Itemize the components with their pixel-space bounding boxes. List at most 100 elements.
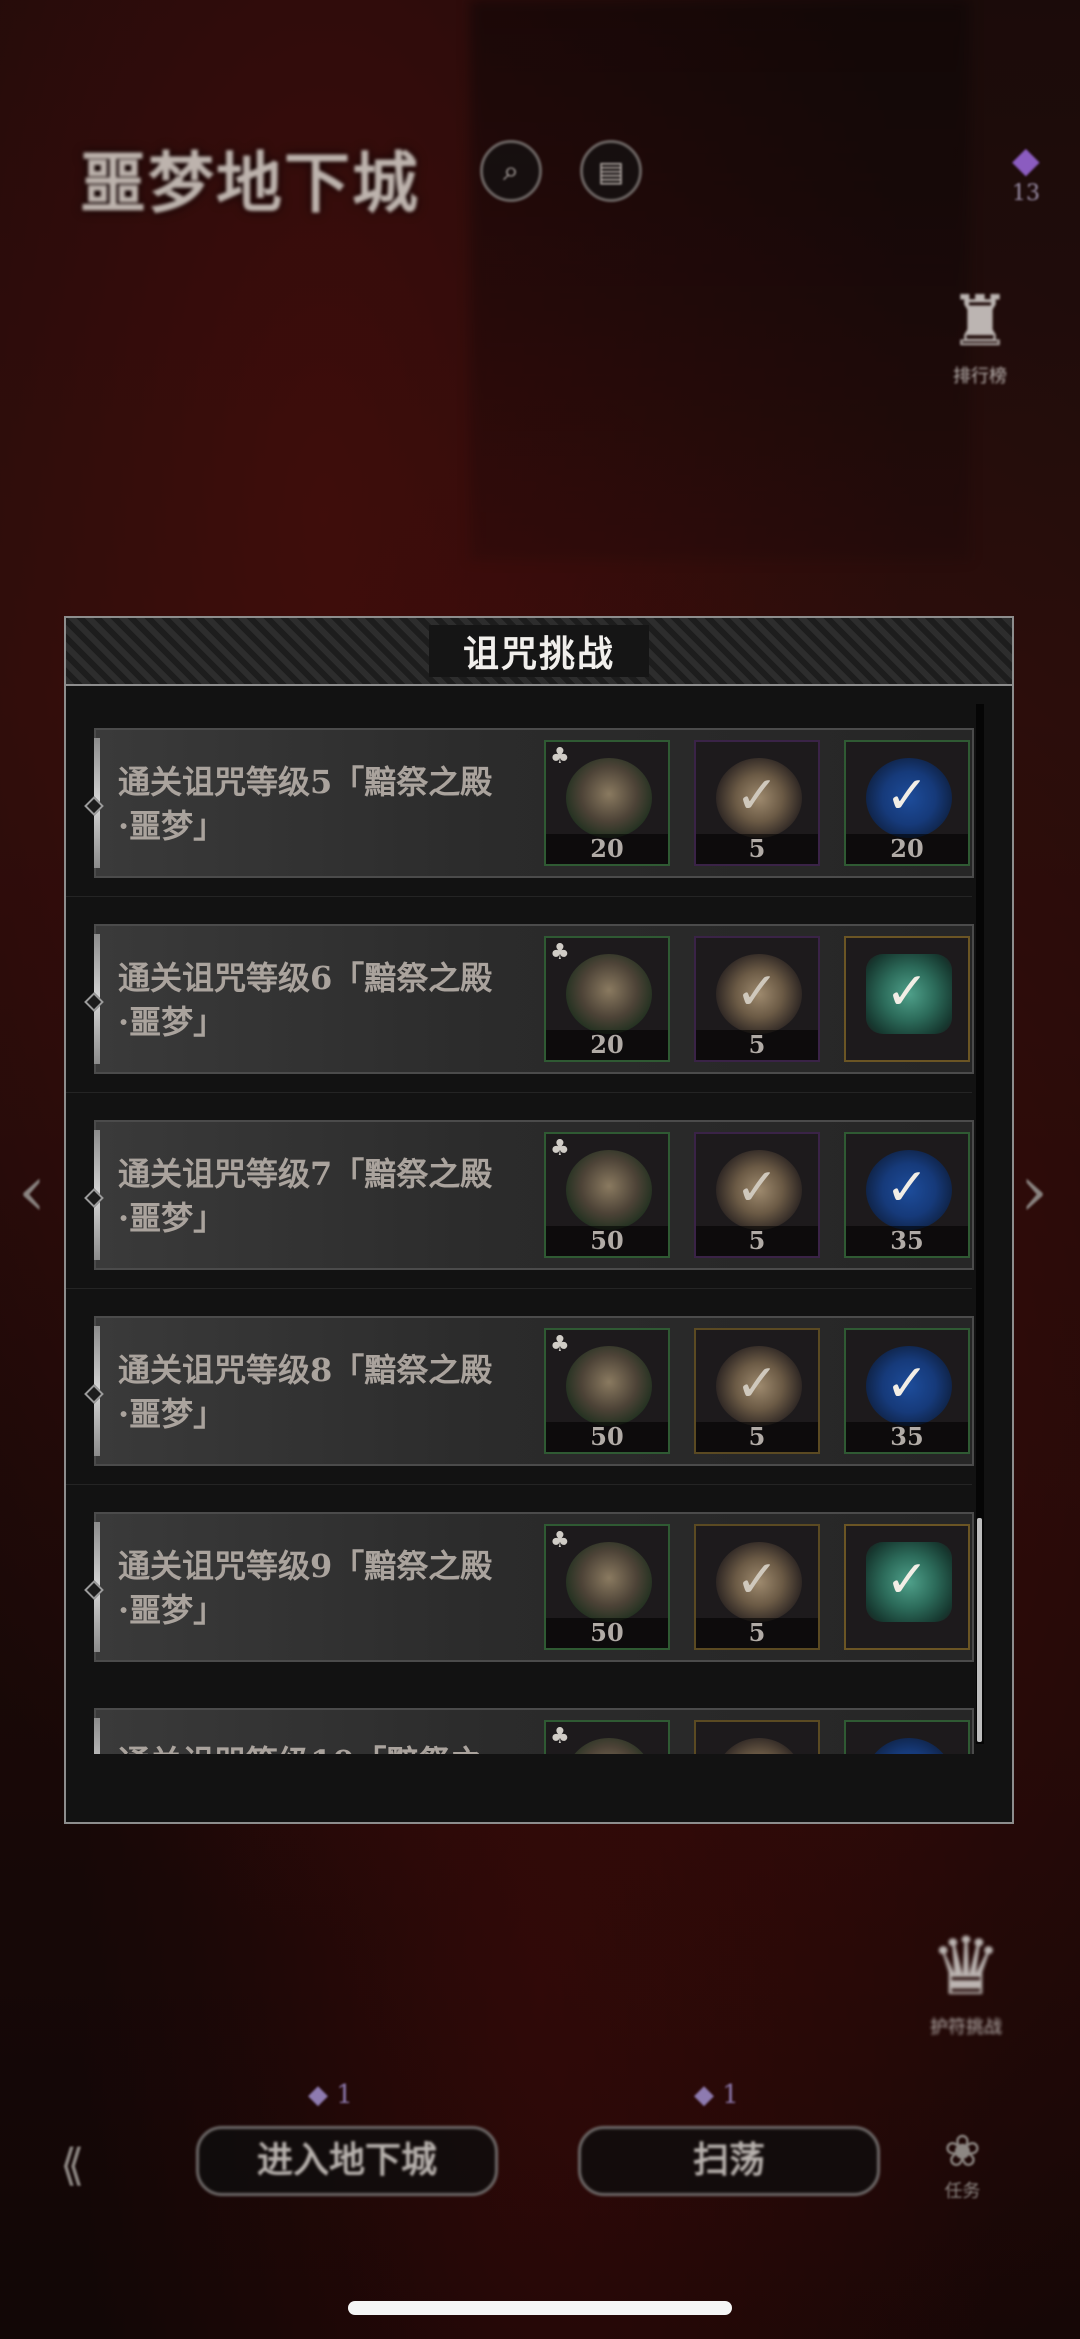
challenge-row: 通关诅咒等级9「黯祭之殿 ·噩梦」 ♣ 50 ✓ 5 ✓ (84, 1512, 974, 1662)
challenge-text: 通关诅咒等级6「黯祭之殿 ·噩梦」 (118, 956, 538, 1044)
reward-slot-3[interactable]: ✓ (844, 1524, 970, 1650)
challenge-subtitle: ·噩梦」 (118, 1591, 226, 1629)
badge-icon: ♣ (550, 744, 570, 769)
gem-icon: ◆ (308, 2080, 328, 2110)
reward-quantity: 20 (546, 834, 668, 864)
reward-slot-3[interactable]: ✓ 35 (844, 1328, 970, 1454)
row-divider (66, 896, 972, 897)
leaderboard-button[interactable]: ♜ 排行榜 (930, 280, 1030, 400)
prev-arrow[interactable]: ‹ (18, 1150, 46, 1232)
challenge-row: 通关诅咒等级10「黯祭之 ♣ (94, 1708, 974, 1754)
leaderboard-label: 排行榜 (953, 366, 1007, 387)
sweep-cost: ◆ 1 (694, 2080, 739, 2110)
reward-slot-1[interactable]: ♣ 50 (544, 1328, 670, 1454)
reward-quantity: 20 (846, 834, 968, 864)
row-divider (66, 1288, 972, 1289)
top-right-count: 13 (1012, 181, 1040, 206)
challenge-row: 通关诅咒等级7「黯祭之殿 ·噩梦」 ♣ 50 ✓ 5 ✓ 35 (84, 1120, 974, 1270)
check-icon: ✓ (885, 1354, 929, 1414)
reward-slot-2[interactable] (694, 1720, 820, 1754)
reward-slot-2[interactable]: ✓ 5 (694, 1524, 820, 1650)
reward-slot-3[interactable]: ✓ 35 (844, 1132, 970, 1258)
reward-quantity: 50 (546, 1226, 668, 1256)
reward-slot-2[interactable]: ✓ 5 (694, 1328, 820, 1454)
badge-icon: ♣ (550, 1136, 570, 1161)
reward-quantity: 5 (696, 1422, 818, 1452)
enter-dungeon-button[interactable]: 进入地下城 (196, 2126, 498, 2196)
amulet-challenge-button[interactable]: ♛ 护符挑战 (930, 1920, 1002, 2039)
coin-icon (716, 1738, 802, 1754)
sweep-cost-value: 1 (722, 2080, 739, 2110)
badge-icon: ♣ (550, 1528, 570, 1553)
reward-slot-3[interactable]: ✓ (844, 936, 970, 1062)
challenge-list[interactable]: 通关诅咒等级5「黯祭之殿 ·噩梦」 ♣ 20 ✓ 5 ✓ 20 通关诅咒等级6「… (66, 686, 1012, 1754)
challenge-title: 通关诅咒等级6「黯祭之殿 (118, 959, 493, 997)
reward-quantity: 5 (696, 1226, 818, 1256)
badge-icon: ♣ (550, 940, 570, 965)
row-marker (84, 1188, 104, 1208)
task-icon: ❀ (944, 2126, 981, 2177)
enter-cost: ◆ 1 (308, 2080, 353, 2110)
challenge-title: 通关诅咒等级7「黯祭之殿 (118, 1155, 493, 1193)
challenge-title: 通关诅咒等级9「黯祭之殿 (118, 1547, 493, 1585)
back-arrow-icon: ⟪ (60, 2140, 85, 2191)
search-icon: ⌕ (503, 154, 519, 187)
blue-crystal-icon (866, 1738, 952, 1754)
row-marker (84, 1580, 104, 1600)
reward-quantity: 35 (846, 1422, 968, 1452)
row-divider (66, 1484, 972, 1485)
book-button[interactable]: ▤ (580, 140, 642, 202)
challenge-row: 通关诅咒等级8「黯祭之殿 ·噩梦」 ♣ 50 ✓ 5 ✓ 35 (84, 1316, 974, 1466)
home-indicator[interactable] (348, 2301, 732, 2315)
challenge-text: 通关诅咒等级10「黯祭之 (118, 1740, 538, 1754)
reward-quantity: 35 (846, 1226, 968, 1256)
challenge-subtitle: ·噩梦」 (118, 1199, 226, 1237)
relic-icon (566, 954, 652, 1034)
reward-slot-2[interactable]: ✓ 5 (694, 740, 820, 866)
row-divider (66, 1092, 972, 1093)
search-button[interactable]: ⌕ (480, 140, 542, 202)
task-button[interactable]: ❀ 任务 (944, 2126, 981, 2203)
relic-icon (566, 1150, 652, 1230)
reward-quantity: 20 (546, 1030, 668, 1060)
relic-icon (566, 1542, 652, 1622)
reward-slot-1[interactable]: ♣ 50 (544, 1524, 670, 1650)
row-marker (84, 992, 104, 1012)
challenge-text: 通关诅咒等级7「黯祭之殿 ·噩梦」 (118, 1152, 538, 1240)
check-icon: ✓ (735, 1550, 779, 1610)
challenge-subtitle: ·噩梦」 (118, 1003, 226, 1041)
amulet-challenge-label: 护符挑战 (930, 2017, 1002, 2038)
reward-slot-1[interactable]: ♣ 50 (544, 1132, 670, 1258)
reward-slot-3[interactable]: ✓ 20 (844, 740, 970, 866)
check-icon: ✓ (885, 1158, 929, 1218)
relic-icon (566, 758, 652, 838)
challenge-text: 通关诅咒等级5「黯祭之殿 ·噩梦」 (118, 760, 538, 848)
challenge-subtitle: ·噩梦」 (118, 807, 226, 845)
relic-icon (566, 1738, 652, 1754)
check-icon: ✓ (885, 962, 929, 1022)
enter-cost-value: 1 (336, 2080, 353, 2110)
modal-header: 诅咒挑战 (66, 618, 1012, 686)
challenge-title: 通关诅咒等级10「黯祭之 (118, 1740, 538, 1754)
gem-icon: ◆ (1012, 140, 1040, 181)
reward-quantity: 50 (546, 1422, 668, 1452)
reward-quantity: 5 (696, 1030, 818, 1060)
check-icon: ✓ (885, 766, 929, 826)
next-arrow[interactable]: › (1020, 1150, 1048, 1232)
back-button[interactable]: ⟪ (60, 2140, 84, 2191)
reward-slot-1[interactable]: ♣ 20 (544, 936, 670, 1062)
reward-slot-1[interactable]: ♣ (544, 1720, 670, 1754)
check-icon: ✓ (885, 1550, 929, 1610)
reward-slot-3[interactable] (844, 1720, 970, 1754)
reward-slot-2[interactable]: ✓ 5 (694, 1132, 820, 1258)
page-title: 噩梦地下城 (80, 144, 420, 222)
check-icon: ✓ (735, 766, 779, 826)
challenge-title: 通关诅咒等级8「黯祭之殿 (118, 1351, 493, 1389)
row-marker (84, 796, 104, 816)
top-right-counter: ◆ 13 (1012, 140, 1040, 206)
badge-icon: ♣ (550, 1332, 570, 1357)
badge-icon: ♣ (550, 1724, 570, 1749)
reward-slot-1[interactable]: ♣ 20 (544, 740, 670, 866)
sweep-button[interactable]: 扫荡 (578, 2126, 880, 2196)
reward-slot-2[interactable]: ✓ 5 (694, 936, 820, 1062)
